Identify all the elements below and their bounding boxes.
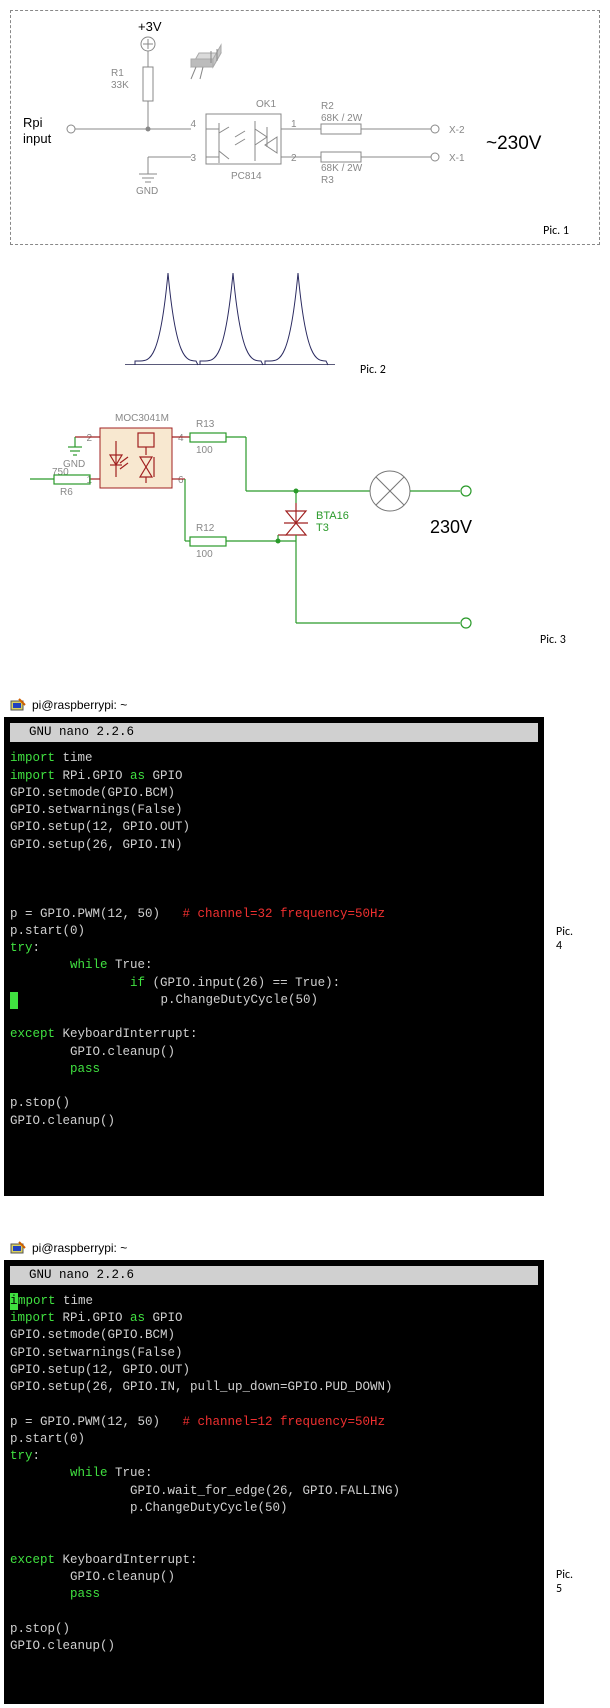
nano-header: GNU nano 2.2.6 [10,1266,538,1285]
pic2-caption: Pic. 2 [360,363,386,377]
svg-text:2: 2 [86,433,92,444]
x2-label: X-2 [449,125,465,136]
svg-text:6: 6 [178,475,184,486]
svg-text:1: 1 [291,119,297,130]
triac-t3: T3 [316,522,329,534]
svg-text:2: 2 [291,153,297,164]
terminal-body-2[interactable]: GNU nano 2.2.6 import time import RPi.GP… [4,1260,544,1704]
pc814-label: PC814 [231,171,262,182]
r13-val: 100 [196,445,213,456]
zero-cross-detector-schematic: +3V R1 33K Rpi input GND OK1 [10,10,600,245]
r2-val: 68K / 2W [321,113,363,124]
cursor-icon: i [10,1293,18,1310]
nano-header: GNU nano 2.2.6 [10,723,538,742]
r6-ref: R6 [60,487,73,498]
ok1-label: OK1 [256,99,276,110]
gnd-label-1: GND [136,186,158,197]
svg-text:4: 4 [190,119,196,130]
pic5-caption: Pic. 5 [556,1568,573,1596]
terminal-titlebar: pi@raspberrypi: ~ [4,695,544,717]
r1-ref: R1 [111,68,124,79]
rpi-line2: input [23,131,52,146]
r13-ref: R13 [196,419,215,430]
zero-cross-waveform [120,263,340,383]
x1-label: X-1 [449,153,465,164]
pic3-caption: Pic. 3 [540,633,566,647]
rpi-line1: Rpi [23,115,43,130]
schematic-1-svg: +3V R1 33K Rpi input GND OK1 [21,19,581,214]
r12-val: 100 [196,549,213,560]
mains-230v-label-3: 230V [430,517,472,537]
mains-230v-label: ~230V [486,133,542,154]
r12-ref: R12 [196,523,215,534]
r1-val: 33K [111,80,129,91]
putty-icon [10,697,26,713]
terminal-window-1: pi@raspberrypi: ~ GNU nano 2.2.6 import … [4,695,544,1196]
svg-text:3: 3 [190,153,196,164]
terminal-window-2: pi@raspberrypi: ~ GNU nano 2.2.6 import … [4,1238,544,1704]
triac-driver-schematic: MOC3041M 2 1 4 6 GND [20,403,580,663]
svg-text:4: 4 [178,433,184,444]
terminal-title-text: pi@raspberrypi: ~ [32,698,127,712]
figure-2: Pic. 2 [0,263,610,403]
r3-line2: R3 [321,175,334,186]
figure-3: MOC3041M 2 1 4 6 GND [0,403,610,683]
triac-ref: BTA16 [316,510,349,522]
moc-label: MOC3041M [115,413,169,424]
cursor-icon [10,992,18,1009]
supply-3v-label: +3V [138,19,162,34]
pic1-caption: Pic. 1 [543,224,569,238]
terminal-title-text: pi@raspberrypi: ~ [32,1241,127,1255]
terminal-titlebar: pi@raspberrypi: ~ [4,1238,544,1260]
r3-line1: 68K / 2W [321,163,363,174]
optocoupler-3d-icon [191,45,221,79]
figure-1: +3V R1 33K Rpi input GND OK1 [0,10,610,245]
r2-ref: R2 [321,101,334,112]
putty-icon [10,1240,26,1256]
terminal-body-1[interactable]: GNU nano 2.2.6 import time import RPi.GP… [4,717,544,1196]
pic4-caption: Pic. 4 [556,925,573,953]
